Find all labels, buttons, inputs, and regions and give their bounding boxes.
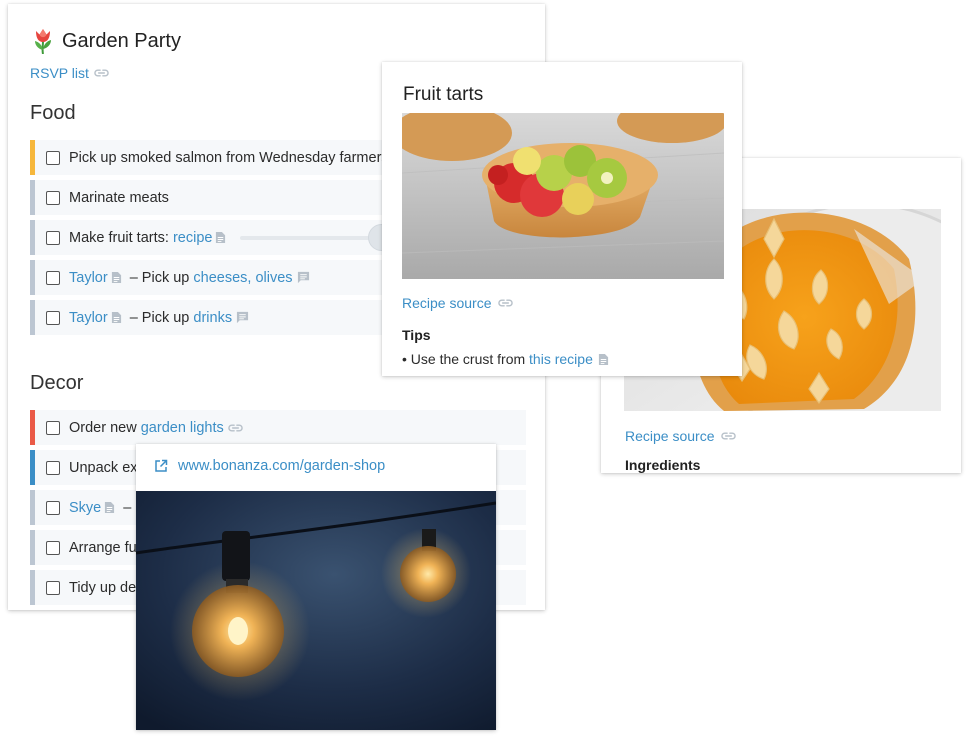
priority-bar	[30, 490, 35, 525]
priority-bar	[30, 260, 35, 295]
fruit-tart-photo	[402, 113, 724, 279]
comment-icon	[297, 271, 310, 284]
task-text: Arrange fu	[69, 539, 137, 556]
link-icon	[498, 298, 513, 308]
this-recipe-link[interactable]: this recipe	[529, 351, 593, 367]
task-checkbox[interactable]	[46, 500, 60, 515]
priority-bar	[30, 180, 35, 215]
tip-item: • Use the crust from this recipe	[402, 351, 609, 367]
fruit-tarts-card: Fruit tarts Recipe source Tips • Use the…	[382, 62, 742, 376]
comment-icon	[236, 311, 249, 324]
priority-bar	[30, 570, 35, 605]
recipe-link[interactable]: recipe	[173, 230, 213, 246]
recipe-source-label: Recipe source	[625, 428, 715, 444]
pie-recipe-source-link[interactable]: Recipe source	[625, 428, 736, 444]
priority-bar	[30, 220, 35, 255]
tarts-recipe-source-link[interactable]: Recipe source	[402, 295, 513, 311]
task-text: – Pick up	[125, 269, 194, 286]
cheeses-olives-link[interactable]: cheeses, olives	[193, 270, 292, 286]
url-link[interactable]: www.bonanza.com/garden-shop	[154, 458, 385, 474]
assignee-link[interactable]: Skye	[69, 500, 101, 516]
section-title-food: Food	[30, 102, 76, 124]
link-icon	[228, 423, 243, 433]
task-checkbox[interactable]	[46, 270, 60, 285]
recipe-source-label: Recipe source	[402, 295, 492, 311]
task-checkbox[interactable]	[46, 230, 60, 245]
document-icon	[104, 501, 115, 514]
priority-bar	[30, 530, 35, 565]
garden-lights-link[interactable]: garden lights	[141, 420, 224, 436]
task-text: Marinate meats	[69, 189, 169, 206]
string-lights-photo	[136, 491, 496, 730]
garden-lights-preview-card: www.bonanza.com/garden-shop	[136, 444, 496, 730]
tip-text: • Use the crust from	[402, 351, 530, 367]
document-icon	[111, 311, 122, 324]
document-icon	[598, 353, 609, 366]
rsvp-link[interactable]: RSVP list	[30, 65, 109, 81]
document-icon	[111, 271, 122, 284]
task-checkbox[interactable]	[46, 420, 60, 435]
task-text: Tidy up de	[69, 579, 137, 596]
link-icon	[721, 431, 736, 441]
tulip-icon	[35, 29, 51, 54]
url-text: www.bonanza.com/garden-shop	[178, 458, 386, 474]
task-text: Make fruit tarts:	[69, 229, 173, 246]
task-checkbox[interactable]	[46, 540, 60, 555]
card-title: Fruit tarts	[403, 84, 484, 105]
task-checkbox[interactable]	[46, 460, 60, 475]
tips-heading: Tips	[402, 327, 431, 343]
task-text: Order new	[69, 419, 141, 436]
drinks-link[interactable]: drinks	[193, 310, 232, 326]
drag-connector	[240, 236, 380, 240]
task-row[interactable]: Order new garden lights	[30, 410, 526, 445]
page-title: Garden Party	[62, 29, 181, 52]
task-checkbox[interactable]	[46, 190, 60, 205]
document-icon	[215, 231, 226, 244]
task-text: – Pick up	[125, 309, 194, 326]
ingredients-heading: Ingredients	[625, 457, 701, 473]
rsvp-link-label: RSVP list	[30, 65, 89, 81]
task-text: Unpack ext	[69, 459, 142, 476]
external-link-icon	[155, 459, 168, 472]
task-checkbox[interactable]	[46, 150, 60, 165]
priority-bar	[30, 300, 35, 335]
task-checkbox[interactable]	[46, 580, 60, 595]
page-header: Garden Party	[32, 28, 181, 54]
priority-bar	[30, 450, 35, 485]
link-icon	[94, 68, 109, 78]
priority-bar	[30, 140, 35, 175]
priority-bar	[30, 410, 35, 445]
assignee-link[interactable]: Taylor	[69, 310, 108, 326]
section-title-decor: Decor	[30, 372, 84, 394]
assignee-link[interactable]: Taylor	[69, 270, 108, 286]
task-checkbox[interactable]	[46, 310, 60, 325]
